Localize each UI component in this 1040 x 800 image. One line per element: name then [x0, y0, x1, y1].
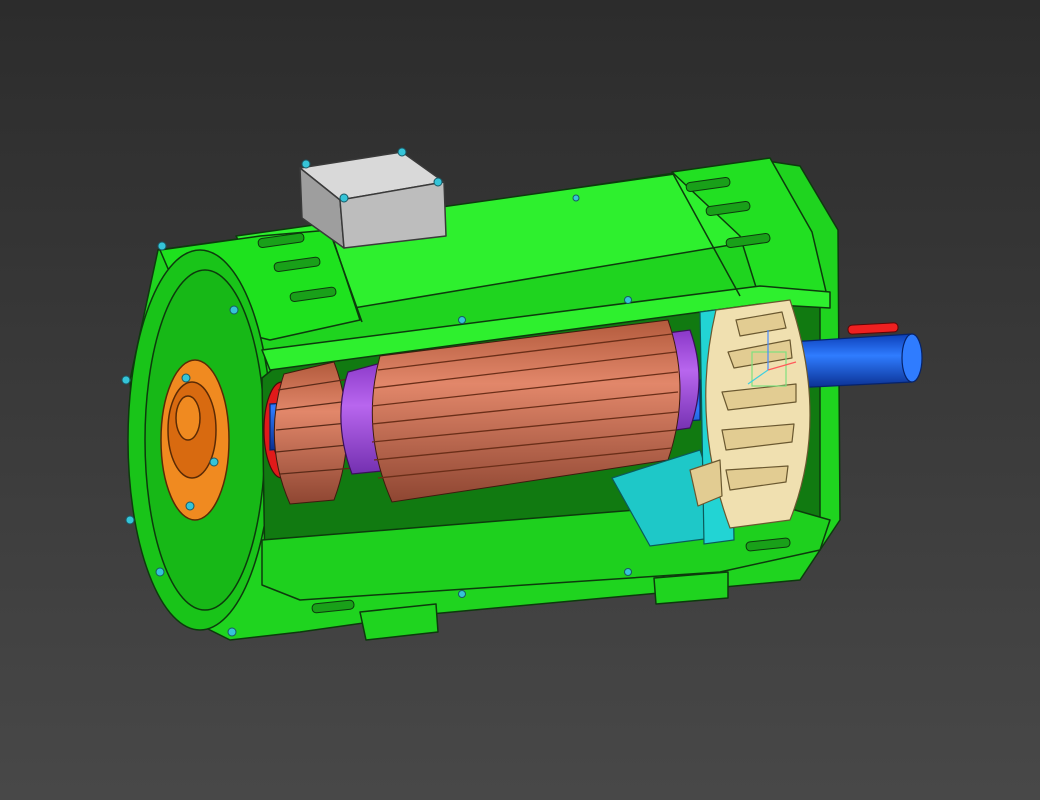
model-canvas[interactable]: [0, 0, 1040, 800]
end-bearing-cap[interactable]: [160, 359, 230, 521]
key: [847, 322, 899, 335]
3d-viewport[interactable]: [0, 0, 1040, 800]
